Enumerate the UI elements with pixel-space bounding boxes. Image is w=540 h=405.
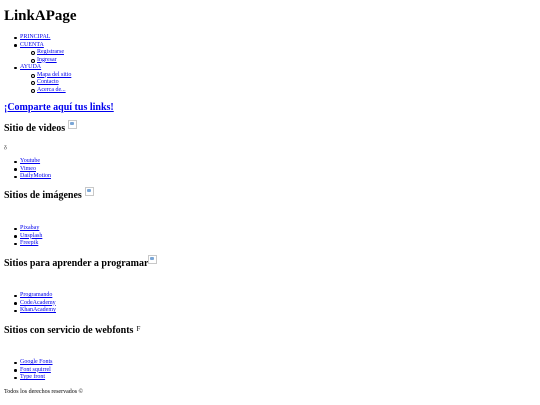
submenu-link-mapa[interactable]: Mapa del sitio — [37, 72, 71, 78]
share-links-link[interactable]: ¡Comparte aquí tus links! — [4, 102, 114, 113]
link-freepik[interactable]: Freepik — [20, 240, 38, 246]
images-title: Sitios de imágenes — [4, 190, 82, 201]
site-title: LinkAPage — [4, 8, 77, 24]
share-heading: ¡Comparte aquí tus links! — [4, 101, 114, 115]
fonts-glyph: F — [136, 325, 141, 333]
list-item: Pixabay — [13, 225, 42, 233]
ayuda-submenu: Mapa del sitio Contacto Acerca de... — [20, 72, 71, 95]
link-google-fonts[interactable]: Google Fonts — [20, 359, 53, 365]
broken-image-icon — [68, 120, 78, 129]
submenu-item: Registrarse — [30, 49, 71, 57]
list-item: Unsplash — [13, 233, 42, 241]
webfonts-list: Google Fonts Font squirrel Type front — [14, 359, 53, 382]
footer-text: Todos los derechos reservados © — [4, 389, 84, 395]
submenu-link-registrarse[interactable]: Registrarse — [37, 49, 64, 55]
link-youtube[interactable]: Youtube — [20, 158, 40, 164]
submenu-item: Mapa del sitio — [30, 72, 71, 80]
list-item: DailyMotion — [14, 173, 51, 181]
list-item: Google Fonts — [14, 359, 53, 367]
list-item: Youtube — [14, 158, 51, 166]
list-item: CodeAcademy — [14, 300, 56, 308]
videos-heading: Sitio de videos — [4, 120, 78, 136]
menu-item-cuenta: CUENTA Registrarse Ingresar — [13, 42, 71, 65]
programming-heading: Sitios para aprender a programar — [4, 255, 158, 271]
link-vimeo[interactable]: Vimeo — [20, 166, 36, 172]
link-programando[interactable]: Programando — [20, 292, 52, 298]
list-item: Freepik — [13, 240, 42, 248]
submenu-item: Ingresar — [30, 57, 71, 65]
broken-image-icon — [84, 187, 94, 196]
images-heading: Sitios de imágenes — [4, 187, 94, 203]
submenu-link-acerca[interactable]: Acerca de... — [37, 87, 66, 93]
menu-item-principal: PRINCIPAL — [13, 34, 71, 42]
videos-title: Sitio de videos — [4, 123, 66, 134]
menu-link-ayuda[interactable]: AYUDA — [20, 64, 41, 70]
main-menu: PRINCIPAL CUENTA Registrarse Ingresar AY… — [13, 34, 71, 95]
cuenta-submenu: Registrarse Ingresar — [20, 49, 71, 64]
link-unsplash[interactable]: Unsplash — [20, 233, 42, 239]
link-dailymotion[interactable]: DailyMotion — [20, 173, 51, 179]
list-item: KhanAcademy — [14, 307, 56, 315]
list-item: Font squirrel — [14, 367, 53, 375]
link-khanacademy[interactable]: KhanAcademy — [20, 307, 56, 313]
link-codeacademy[interactable]: CodeAcademy — [20, 300, 56, 306]
broken-image-icon — [148, 255, 158, 264]
programming-title: Sitios para aprender a programar — [4, 258, 149, 269]
webfonts-heading: Sitios con servicio de webfonts F — [4, 324, 140, 338]
list-item: Programando — [14, 292, 56, 300]
submenu-link-ingresar[interactable]: Ingresar — [37, 57, 57, 63]
video-glyph: ᵹ — [4, 144, 7, 150]
list-item: Type front — [14, 374, 53, 382]
menu-link-cuenta[interactable]: CUENTA — [20, 42, 44, 48]
images-list: Pixabay Unsplash Freepik — [13, 225, 42, 248]
webfonts-title: Sitios con servicio de webfonts — [4, 325, 134, 336]
link-font-squirrel[interactable]: Font squirrel — [20, 367, 51, 373]
programming-list: Programando CodeAcademy KhanAcademy — [14, 292, 56, 315]
submenu-link-contacto[interactable]: Contacto — [37, 79, 59, 85]
submenu-item: Contacto — [30, 79, 71, 87]
link-pixabay[interactable]: Pixabay — [20, 225, 39, 231]
submenu-item: Acerca de... — [30, 87, 71, 95]
menu-item-ayuda: AYUDA Mapa del sitio Contacto Acerca de.… — [13, 64, 71, 95]
videos-list: Youtube Vimeo DailyMotion — [14, 158, 51, 181]
list-item: Vimeo — [14, 166, 51, 174]
menu-link-principal[interactable]: PRINCIPAL — [20, 34, 50, 40]
link-type-front[interactable]: Type front — [20, 374, 45, 380]
